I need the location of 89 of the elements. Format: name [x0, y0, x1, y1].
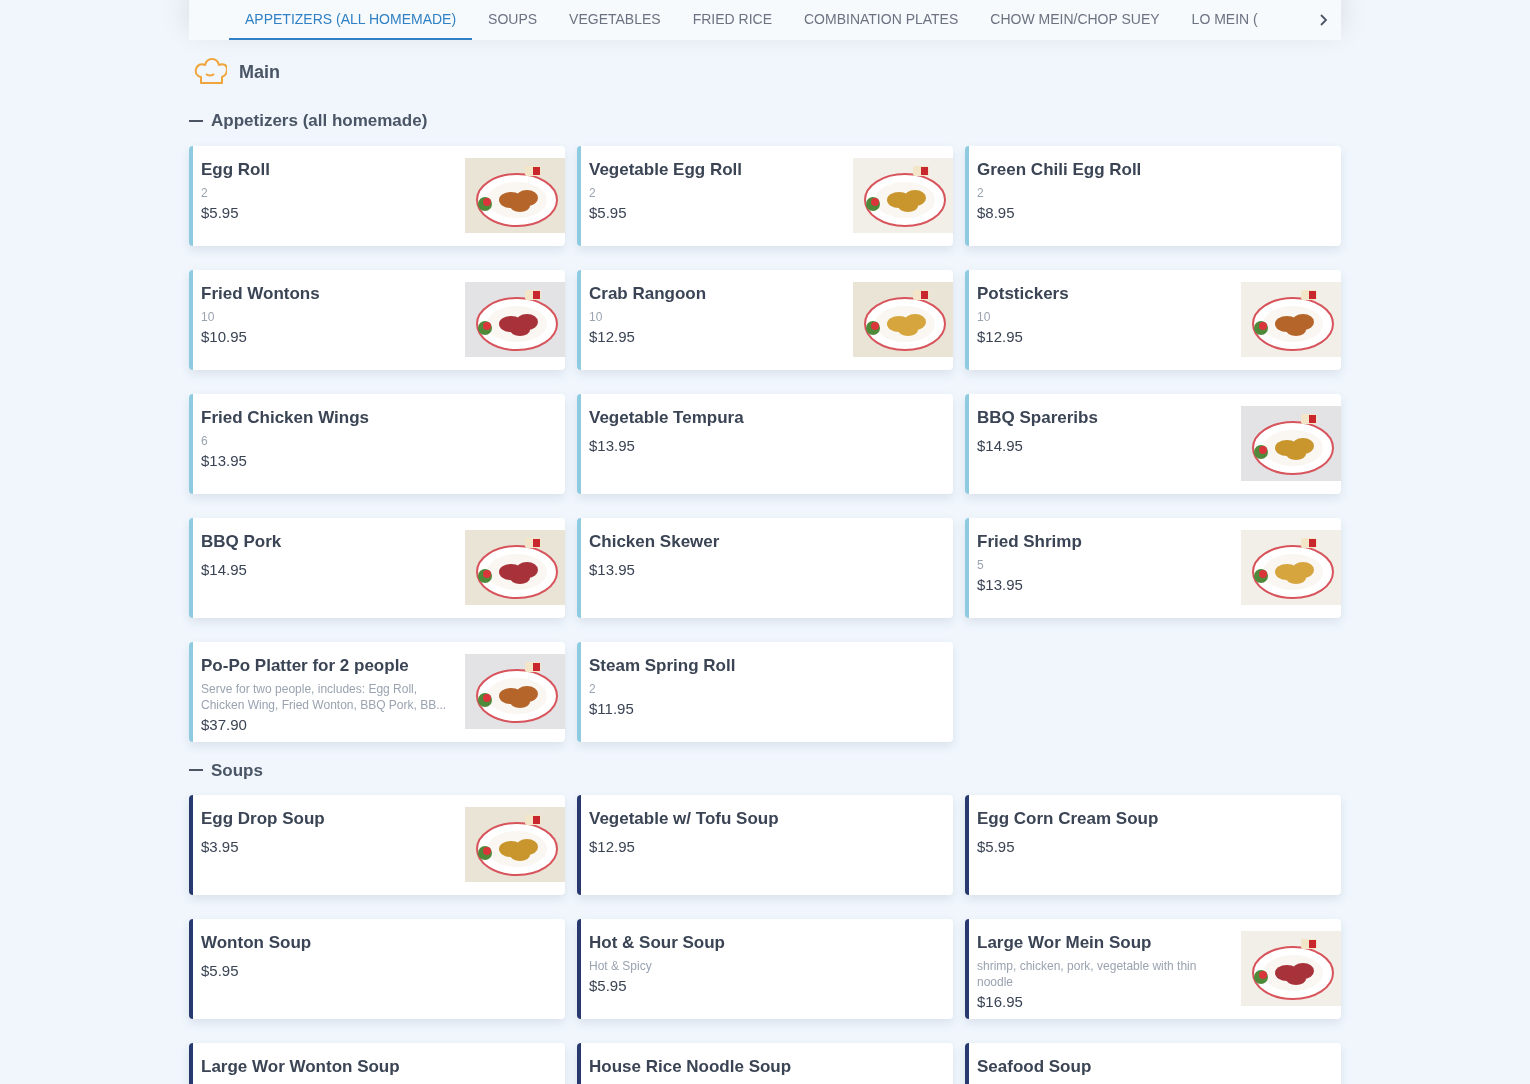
- item-price: $12.95: [589, 326, 636, 347]
- menu-item-card[interactable]: Hot & Sour Soup Hot & Spicy $5.95: [577, 919, 953, 1019]
- menu-item-card[interactable]: BBQ Pork $14.95: [189, 517, 565, 618]
- item-price: $37.90: [201, 714, 248, 735]
- category-tab[interactable]: LO MEIN (: [1175, 0, 1274, 40]
- menu-title: Main: [239, 60, 280, 84]
- item-name: Wonton Soup: [201, 932, 312, 954]
- category-tab[interactable]: COMBINATION PLATES: [788, 0, 975, 40]
- menu-item-card[interactable]: Crab Rangoon 10 $12.95: [577, 269, 953, 370]
- category-tab[interactable]: SOUPS: [472, 0, 554, 40]
- item-name: Fried Wontons: [201, 282, 321, 305]
- item-name: Po-Po Platter for 2 people: [201, 654, 410, 677]
- item-price: $8.95: [977, 202, 1016, 223]
- chevron-right-icon: [1318, 13, 1328, 27]
- item-price: $13.95: [977, 574, 1024, 595]
- item-name: Crab Rangoon: [589, 282, 708, 305]
- item-name: Egg Roll: [201, 158, 271, 181]
- menu-item-card[interactable]: Large Wor Wonton Soup: [189, 1043, 565, 1084]
- item-name: Egg Corn Cream Soup: [977, 808, 1159, 830]
- menu-item-card[interactable]: Steam Spring Roll 2 $11.95: [577, 641, 953, 742]
- item-price: $16.95: [977, 992, 1024, 1012]
- category-tab[interactable]: CHOW MEIN/CHOP SUEY: [974, 0, 1176, 40]
- menu-item-card[interactable]: Large Wor Mein Soup shrimp, chicken, pork, vegetable with thin noodle $16.95: [965, 919, 1341, 1019]
- item-description: 10: [589, 308, 604, 325]
- item-description: shrimp, chicken, pork, vegetable with thin noodle: [977, 958, 1198, 990]
- item-name: House Rice Noodle Soup: [589, 1056, 792, 1078]
- section-heading: Appetizers (all homemade): [211, 110, 428, 132]
- menu-item-card[interactable]: House Rice Noodle Soup: [577, 1043, 953, 1084]
- item-name: Fried Shrimp: [977, 530, 1083, 553]
- item-price: $12.95: [589, 837, 636, 857]
- item-name: Steam Spring Roll: [589, 654, 737, 677]
- item-description: 2: [977, 184, 985, 201]
- item-price: $13.95: [201, 450, 248, 471]
- item-price: $5.95: [201, 961, 240, 981]
- item-name: Green Chili Egg Roll: [977, 158, 1143, 181]
- menu-item-card[interactable]: Vegetable Tempura $13.95: [577, 393, 953, 494]
- item-description: 10: [201, 308, 216, 325]
- item-name: Vegetable w/ Tofu Soup: [589, 808, 779, 830]
- item-description: 2: [589, 184, 597, 201]
- category-tab[interactable]: FRIED RICE: [676, 0, 788, 40]
- item-description: 6: [201, 432, 209, 449]
- item-price: $14.95: [201, 559, 248, 580]
- item-name: BBQ Pork: [201, 530, 282, 553]
- category-tab[interactable]: APPETIZERS (ALL HOMEMADE): [229, 0, 473, 40]
- item-price: $11.95: [589, 698, 635, 719]
- item-description: 2: [201, 184, 209, 201]
- item-name: Seafood Soup: [977, 1056, 1092, 1078]
- category-tab[interactable]: VEGETABLES: [553, 0, 677, 40]
- menu-item-card[interactable]: Vegetable w/ Tofu Soup $12.95: [577, 795, 953, 895]
- item-name: Egg Drop Soup: [201, 808, 325, 830]
- menu-item-card[interactable]: Potstickers 10 $12.95: [965, 269, 1341, 370]
- item-name: Vegetable Tempura: [589, 406, 744, 429]
- item-price: $3.95: [201, 837, 240, 857]
- item-description: 5: [977, 556, 985, 573]
- item-name: Potstickers: [977, 282, 1070, 305]
- item-name: Hot & Sour Soup: [589, 932, 726, 954]
- menu-item-card[interactable]: Chicken Skewer $13.95: [577, 517, 953, 618]
- menu-item-card[interactable]: Egg Drop Soup $3.95: [189, 795, 565, 895]
- menu-item-card[interactable]: Egg Corn Cream Soup $5.95: [965, 795, 1341, 895]
- item-price: $14.95: [977, 435, 1024, 456]
- menu-item-card[interactable]: Vegetable Egg Roll 2 $5.95: [577, 145, 953, 246]
- item-price: $10.95: [201, 326, 248, 347]
- item-name: BBQ Spareribs: [977, 406, 1098, 429]
- section-heading: Soups: [211, 759, 263, 782]
- item-price: $5.95: [589, 976, 628, 996]
- item-description: 10: [977, 308, 992, 325]
- item-description: Hot & Spicy: [589, 958, 653, 974]
- item-name: Large Wor Wonton Soup: [201, 1056, 400, 1078]
- item-price: $13.95: [589, 435, 636, 456]
- item-price: $13.95: [589, 559, 636, 580]
- menu-item-card[interactable]: Fried Wontons 10 $10.95: [189, 269, 565, 370]
- menu-item-card[interactable]: Seafood Soup: [965, 1043, 1341, 1084]
- item-price: $5.95: [977, 837, 1016, 857]
- menu-item-card[interactable]: Po-Po Platter for 2 people Serve for two people, includes: Egg Roll, Chicken Wing, Fried Wonton, BBQ Pork, BB... $37.90: [189, 641, 565, 742]
- item-price: $5.95: [589, 202, 628, 223]
- item-description: Serve for two people, includes: Egg Roll, Chicken Wing, Fried Wonton, BBQ Pork, BB...: [201, 680, 448, 713]
- item-name: Fried Chicken Wings: [201, 406, 370, 429]
- item-name: Large Wor Mein Soup: [977, 932, 1153, 954]
- item-name: Chicken Skewer: [589, 530, 720, 553]
- item-name: Vegetable Egg Roll: [589, 158, 744, 181]
- item-price: $5.95: [201, 202, 240, 223]
- item-description: 2: [589, 680, 597, 697]
- menu-item-card[interactable]: BBQ Spareribs $14.95: [965, 393, 1341, 494]
- menu-item-card[interactable]: Fried Chicken Wings 6 $13.95: [189, 393, 565, 494]
- menu-item-card[interactable]: Green Chili Egg Roll 2 $8.95: [965, 145, 1341, 246]
- menu-item-card[interactable]: Wonton Soup $5.95: [189, 919, 565, 1019]
- menu-item-card[interactable]: Egg Roll 2 $5.95: [189, 145, 565, 246]
- menu-item-card[interactable]: Fried Shrimp 5 $13.95: [965, 517, 1341, 618]
- item-price: $12.95: [977, 326, 1024, 347]
